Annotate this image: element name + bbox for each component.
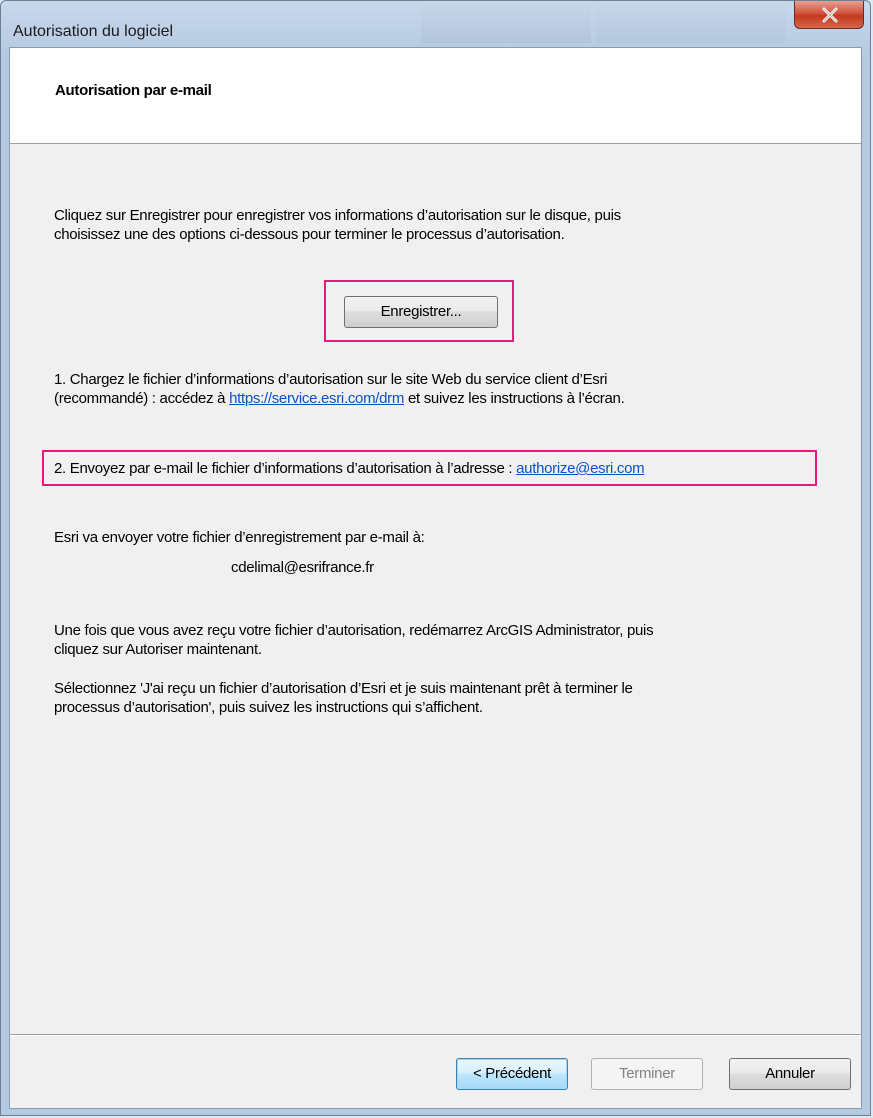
save-button[interactable]: Enregistrer... — [344, 296, 498, 328]
page-title: Autorisation par e-mail — [55, 82, 212, 99]
after-receipt-line-2: cliquez sur Autoriser maintenant. — [54, 641, 262, 658]
send-info-label: Esri va envoyer votre fichier d’enregist… — [54, 529, 425, 546]
select-instruction-text: Sélectionnez 'J'ai reçu un fichier d’aut… — [54, 679, 814, 717]
option-1-line-1: 1. Chargez le fichier d’informations d’a… — [54, 371, 608, 388]
select-instruction-line-1: Sélectionnez 'J'ai reçu un fichier d’aut… — [54, 680, 633, 697]
select-instruction-line-2: processus d’autorisation', puis suivez l… — [54, 699, 483, 716]
footer-separator — [10, 1034, 861, 1036]
intro-line-2: choisissez une des options ci-dessous po… — [54, 226, 565, 243]
intro-text: Cliquez sur Enregistrer pour enregistrer… — [54, 206, 814, 244]
option-1-suffix: et suivez les instructions à l’écran. — [404, 390, 625, 407]
intro-line-1: Cliquez sur Enregistrer pour enregistrer… — [54, 207, 621, 224]
after-receipt-line-1: Une fois que vous avez reçu votre fichie… — [54, 622, 654, 639]
option-1-prefix: (recommandé) : accédez à — [54, 390, 230, 407]
back-button[interactable]: < Précédent — [456, 1058, 568, 1090]
finish-button[interactable]: Terminer — [591, 1058, 703, 1090]
service-link[interactable]: https://service.esri.com/drm — [229, 390, 404, 407]
dialog-body: Autorisation par e-mail Cliquez sur Enre… — [9, 47, 862, 1109]
cancel-button[interactable]: Annuler — [729, 1058, 851, 1090]
wizard-header: Autorisation par e-mail — [10, 48, 861, 144]
authorization-dialog: Autorisation du logiciel Autorisation pa… — [0, 0, 871, 1116]
close-button[interactable] — [794, 1, 864, 29]
window-title: Autorisation du logiciel — [13, 23, 174, 40]
option-2-prefix: 2. Envoyez par e-mail le fichier d’infor… — [54, 460, 517, 477]
close-icon — [822, 7, 838, 23]
recipient-email: cdelimal@esrifrance.fr — [231, 559, 374, 576]
option-1-line-2: (recommandé) : accédez à https://service… — [54, 389, 814, 408]
title-bar[interactable]: Autorisation du logiciel — [1, 1, 870, 47]
authorize-email-link[interactable]: authorize@esri.com — [516, 460, 645, 477]
after-receipt-text: Une fois que vous avez reçu votre fichie… — [54, 621, 814, 659]
option-1-text: 1. Chargez le fichier d’informations d’a… — [54, 370, 814, 408]
option-2-text: 2. Envoyez par e-mail le fichier d’infor… — [54, 459, 814, 478]
